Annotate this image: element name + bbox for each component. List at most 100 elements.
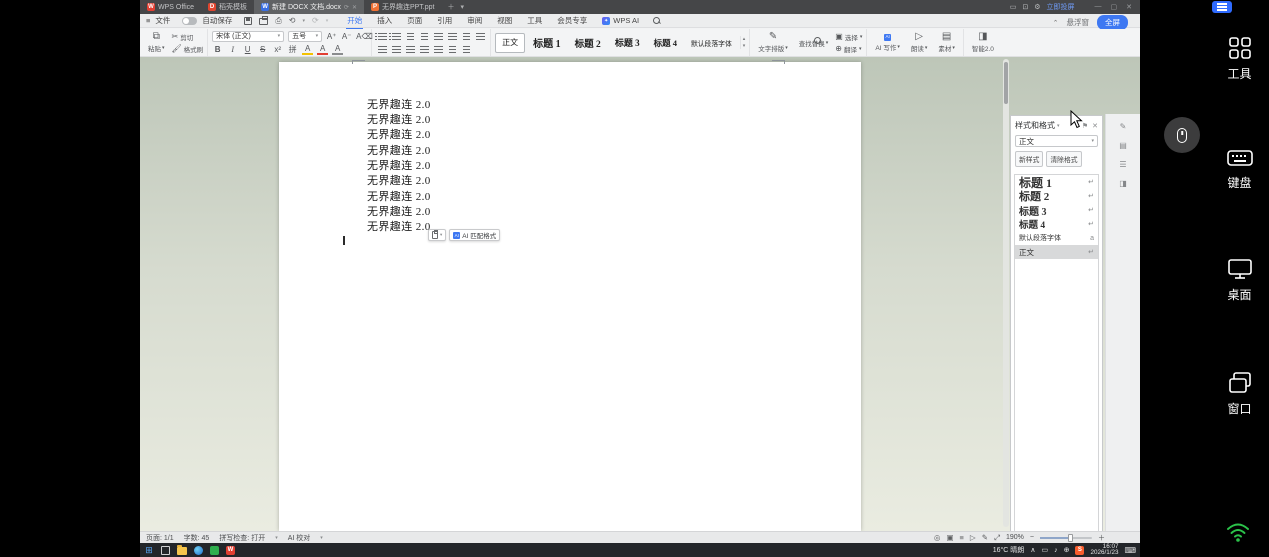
material-button[interactable]: ▤ 素材	[934, 32, 959, 53]
menu-tools[interactable]: 工具	[526, 13, 543, 28]
zoom-in-icon[interactable]: ＋	[1098, 533, 1105, 543]
ai-proofread-button[interactable]: AI 校对	[288, 533, 311, 543]
align-right-icon[interactable]	[404, 44, 416, 54]
save-icon[interactable]	[244, 17, 252, 25]
document-page[interactable]: 无界趣连 2.0 无界趣连 2.0 无界趣连 2.0 无界趣连 2.0 无界趣连…	[279, 62, 861, 531]
highlight-color-button[interactable]: A	[302, 44, 313, 55]
text-typeset-button[interactable]: ✎ 文字排版	[754, 32, 792, 53]
close-tab-icon[interactable]	[352, 4, 357, 11]
redo-dropdown-icon[interactable]	[326, 18, 329, 24]
sidebar-item-tools[interactable]: 工具	[1210, 36, 1269, 82]
style-item-normal[interactable]: 正文↵	[1015, 245, 1098, 259]
tray-volume-icon[interactable]: ♪	[1054, 547, 1058, 554]
bell-icon[interactable]: ⊡	[1022, 3, 1028, 11]
corner-badge[interactable]	[1212, 1, 1232, 13]
eye-protect-icon[interactable]: ◎	[934, 533, 941, 542]
show-marks-icon[interactable]	[460, 31, 472, 41]
minimize-icon[interactable]: —	[1095, 3, 1102, 11]
close-window-icon[interactable]: ✕	[1126, 3, 1132, 11]
sidebar-item-desktop[interactable]: 桌面	[1210, 257, 1269, 303]
search-icon[interactable]	[653, 17, 660, 24]
style-item-default-font[interactable]: 默认段落字体a	[1015, 231, 1098, 245]
menu-member[interactable]: 会员专享	[556, 13, 588, 28]
edit-mode-icon[interactable]: ✎	[982, 533, 988, 542]
translate-button[interactable]: ⊕ 翻译	[835, 44, 862, 54]
ai-match-format-chip[interactable]: AI AI 匹配格式	[449, 229, 500, 241]
menu-reference[interactable]: 引用	[436, 13, 453, 28]
style-item-heading3[interactable]: 标题 3↵	[1015, 203, 1098, 217]
find-replace-button[interactable]: 查找替换	[795, 37, 833, 48]
style-heading1[interactable]: 标题 1	[527, 33, 567, 53]
menu-wps-ai[interactable]: ✦ WPS AI	[601, 14, 640, 27]
ai-writing-button[interactable]: AI AI 写作	[871, 34, 903, 52]
justify-icon[interactable]	[418, 44, 430, 54]
print-icon[interactable]	[259, 18, 268, 25]
char-shading-button[interactable]: A	[332, 44, 343, 55]
tab-docx-document[interactable]: W 新建 DOCX 文档.docx	[254, 0, 364, 14]
vertical-scrollbar[interactable]	[1003, 59, 1009, 527]
font-name-combo[interactable]: 宋体 (正文)	[212, 31, 284, 42]
page-view-icon[interactable]: ▣	[946, 533, 953, 542]
menu-review[interactable]: 审阅	[466, 13, 483, 28]
sort-icon[interactable]	[446, 31, 458, 41]
menu-page[interactable]: 页面	[406, 13, 423, 28]
style-normal[interactable]: 正文	[495, 33, 525, 53]
borders-icon[interactable]	[460, 44, 472, 54]
tab-docer-template[interactable]: D 稻壳模板	[201, 0, 254, 14]
file-menu[interactable]: 文件	[155, 15, 170, 26]
maximize-icon[interactable]: ▢	[1111, 3, 1118, 11]
style-item-heading1[interactable]: 标题 1↵	[1015, 175, 1098, 189]
file-explorer-icon[interactable]	[177, 547, 187, 555]
panel-title-dropdown-icon[interactable]	[1057, 123, 1060, 129]
numbered-list-icon[interactable]	[390, 31, 402, 41]
fullscreen-button[interactable]: 全屏	[1097, 15, 1128, 30]
align-left-icon[interactable]	[376, 44, 388, 54]
wps-taskbar-icon[interactable]: W	[226, 546, 235, 555]
weather-widget[interactable]: 16°C 晴朗	[993, 545, 1025, 555]
symbol-icon[interactable]	[474, 31, 486, 41]
bullet-list-icon[interactable]	[376, 31, 388, 41]
cut-button[interactable]: ✂ 剪切	[172, 32, 204, 42]
pinyin-guide-button[interactable]: 拼	[287, 44, 298, 55]
cloud-sync-icon[interactable]	[344, 4, 349, 11]
align-center-icon[interactable]	[390, 44, 402, 54]
page-indicator[interactable]: 页面: 1/1	[146, 533, 174, 543]
start-button[interactable]: ⊞	[144, 545, 154, 555]
style-default-font[interactable]: 默认段落字体	[685, 33, 738, 53]
ai-proofread-dropdown-icon[interactable]	[320, 535, 323, 541]
smart-2-button[interactable]: ◨ 智能2.0	[968, 32, 998, 53]
superscript-button[interactable]: x²	[272, 45, 283, 54]
indent-icon[interactable]	[418, 31, 430, 41]
browser-icon[interactable]	[194, 546, 203, 555]
outdent-icon[interactable]	[404, 31, 416, 41]
menu-view[interactable]: 视图	[496, 13, 513, 28]
zoom-level[interactable]: 190%	[1006, 534, 1024, 541]
green-app-icon[interactable]	[210, 546, 219, 555]
word-count[interactable]: 字数: 45	[184, 533, 210, 543]
font-size-combo[interactable]: 五号	[288, 31, 322, 42]
new-style-button[interactable]: 新样式	[1015, 151, 1043, 167]
gear-icon[interactable]: ⚙	[1034, 3, 1040, 11]
zoom-slider-thumb[interactable]	[1068, 534, 1073, 542]
decrease-font-icon[interactable]: A⁻	[341, 32, 352, 41]
task-view-icon[interactable]	[161, 546, 170, 555]
rail-material-icon[interactable]: ▤	[1119, 141, 1127, 150]
undo-icon[interactable]	[289, 16, 296, 25]
tray-sogou-icon[interactable]: S	[1075, 546, 1084, 555]
chevron-up-icon[interactable]	[1053, 18, 1059, 27]
play-view-icon[interactable]: ▷	[970, 533, 976, 542]
paste-button[interactable]: ⧉ 粘贴	[144, 32, 169, 53]
style-item-heading4[interactable]: 标题 4↵	[1015, 217, 1098, 231]
close-panel-icon[interactable]	[1092, 122, 1098, 130]
float-window-button[interactable]: 悬浮窗	[1067, 17, 1090, 28]
gallery-down-icon[interactable]	[743, 43, 746, 49]
menu-insert[interactable]: 插入	[376, 13, 393, 28]
read-aloud-button[interactable]: ▷ 朗读	[907, 32, 932, 53]
font-color-button[interactable]: A	[317, 44, 328, 55]
cast-now-button[interactable]: 立即投屏	[1047, 2, 1075, 12]
scrollbar-thumb[interactable]	[1004, 62, 1008, 104]
wifi-icon[interactable]	[1226, 521, 1250, 543]
distribute-icon[interactable]	[432, 44, 444, 54]
style-heading2[interactable]: 标题 2	[569, 33, 607, 53]
sidebar-item-windows[interactable]: 窗口	[1210, 371, 1269, 417]
